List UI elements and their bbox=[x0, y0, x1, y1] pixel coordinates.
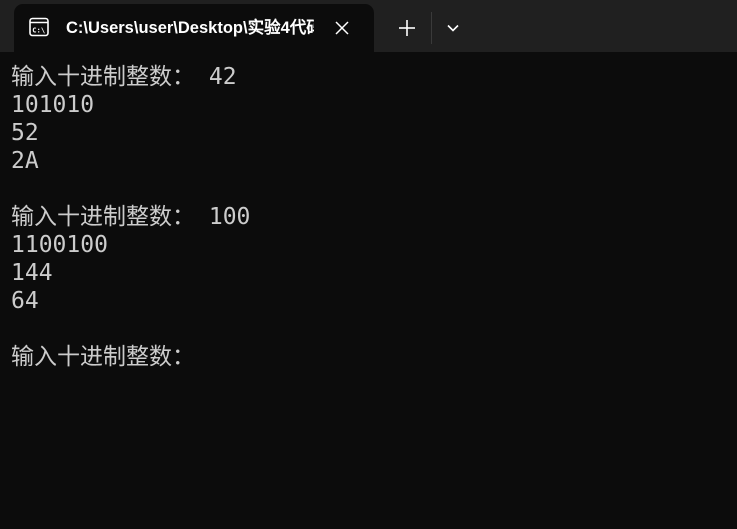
svg-text:C:\: C:\ bbox=[32, 25, 45, 34]
title-bar: C:\ C:\Users\user\Desktop\实验4代码.exe bbox=[0, 0, 737, 52]
active-tab[interactable]: C:\ C:\Users\user\Desktop\实验4代码.exe bbox=[14, 4, 374, 52]
console-line: 52 bbox=[11, 120, 39, 146]
console-line: 2A bbox=[11, 148, 39, 174]
tab-title: C:\Users\user\Desktop\实验4代码.exe bbox=[66, 19, 314, 37]
console-line: 输入十进制整数： 42 bbox=[11, 64, 237, 90]
console-line: 输入十进制整数： 100 bbox=[11, 204, 251, 230]
console-line: 144 bbox=[11, 260, 53, 286]
chevron-down-icon[interactable] bbox=[442, 17, 464, 39]
terminal-icon: C:\ bbox=[29, 17, 49, 37]
toolbar-separator bbox=[431, 12, 432, 44]
console-line: 64 bbox=[11, 288, 39, 314]
terminal-window: C:\ C:\Users\user\Desktop\实验4代码.exe 输入十进… bbox=[0, 0, 737, 529]
console-line: 1100100 bbox=[11, 232, 108, 258]
close-icon[interactable] bbox=[333, 19, 351, 37]
console-line: 101010 bbox=[11, 92, 95, 118]
plus-icon[interactable] bbox=[394, 15, 420, 41]
console-prompt: 输入十进制整数： bbox=[11, 344, 195, 370]
console-output[interactable]: 输入十进制整数： 42 101010 52 2A 输入十进制整数： 100 11… bbox=[11, 63, 737, 371]
